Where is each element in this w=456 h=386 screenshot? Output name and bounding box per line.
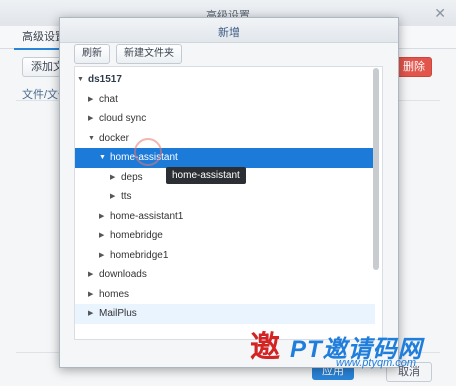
tree-node[interactable]: ▶ cloud sync (75, 109, 375, 129)
folder-tree[interactable]: ▼ ds1517 ▶ chat ▶ cloud sync ▼ docker ▼ home-assi… (74, 66, 383, 340)
tree-node-label: MailPlus (99, 308, 137, 319)
tree-node[interactable]: ▼ home-assistant (75, 148, 375, 168)
tree-node[interactable]: ▶ downloads (75, 265, 375, 285)
tree-node-label: deps (121, 171, 143, 183)
tree-node-label: tts (121, 191, 132, 202)
tree-node[interactable]: ▶ homebridge (75, 226, 375, 246)
tooltip: home-assistant (166, 167, 246, 184)
tree-node-label: ds1517 (88, 74, 122, 85)
watermark-seal: 邀 (250, 330, 280, 365)
chevron-down-icon[interactable]: ▼ (99, 148, 106, 168)
tree-node-label: homes (99, 288, 130, 300)
tree-node-label: homebridge (110, 230, 163, 241)
tree-node[interactable]: ▶ home-assistant1 (75, 207, 375, 227)
tree-node[interactable]: ▶ chat (75, 90, 375, 110)
chevron-right-icon[interactable]: ▶ (110, 187, 115, 207)
chevron-right-icon[interactable]: ▶ (88, 285, 93, 305)
chevron-down-icon[interactable]: ▼ (77, 70, 84, 90)
chevron-right-icon[interactable]: ▶ (99, 246, 104, 266)
tree-node-label: chat (99, 93, 118, 105)
chevron-right-icon[interactable]: ▶ (88, 265, 93, 285)
tree-node[interactable]: ▶ tts (75, 187, 375, 207)
tree-node[interactable]: ▶ MailPlus (75, 304, 375, 324)
tree-root[interactable]: ▼ ds1517 (75, 70, 375, 90)
tree-node-label: downloads (99, 269, 147, 280)
watermark: 邀 PT邀请码网 www.ptyqm.com (244, 327, 450, 377)
scrollbar[interactable] (373, 68, 379, 270)
refresh-button[interactable]: 刷新 (74, 44, 110, 64)
new-dialog: 新增 刷新 新建文件夹 ▼ ds1517 ▶ chat ▶ cloud sync ▼ dock… (59, 17, 399, 368)
cursor-indicator (134, 138, 162, 166)
tree-node-label: homebridge1 (110, 249, 169, 261)
dialog-title: 新增 (218, 27, 240, 39)
tree-node[interactable]: ▶ homes (75, 285, 375, 305)
chevron-right-icon[interactable]: ▶ (88, 304, 93, 324)
tree-node[interactable]: ▶ homebridge1 (75, 246, 375, 266)
chevron-right-icon[interactable]: ▶ (88, 109, 93, 129)
dialog-titlebar: 新增 (60, 18, 398, 43)
chevron-right-icon[interactable]: ▶ (99, 226, 104, 246)
chevron-right-icon[interactable]: ▶ (88, 90, 93, 110)
chevron-down-icon[interactable]: ▼ (88, 129, 95, 149)
new-folder-button[interactable]: 新建文件夹 (116, 44, 182, 64)
chevron-right-icon[interactable]: ▶ (99, 207, 104, 227)
tree-node-label: home-assistant1 (110, 210, 184, 222)
watermark-url: www.ptyqm.com (336, 357, 417, 369)
tree-node-label: docker (99, 132, 130, 144)
close-icon[interactable]: ✕ (434, 5, 446, 22)
tree-node[interactable]: ▼ docker (75, 129, 375, 149)
tree-node-label: cloud sync (99, 113, 147, 124)
chevron-right-icon[interactable]: ▶ (110, 168, 115, 188)
